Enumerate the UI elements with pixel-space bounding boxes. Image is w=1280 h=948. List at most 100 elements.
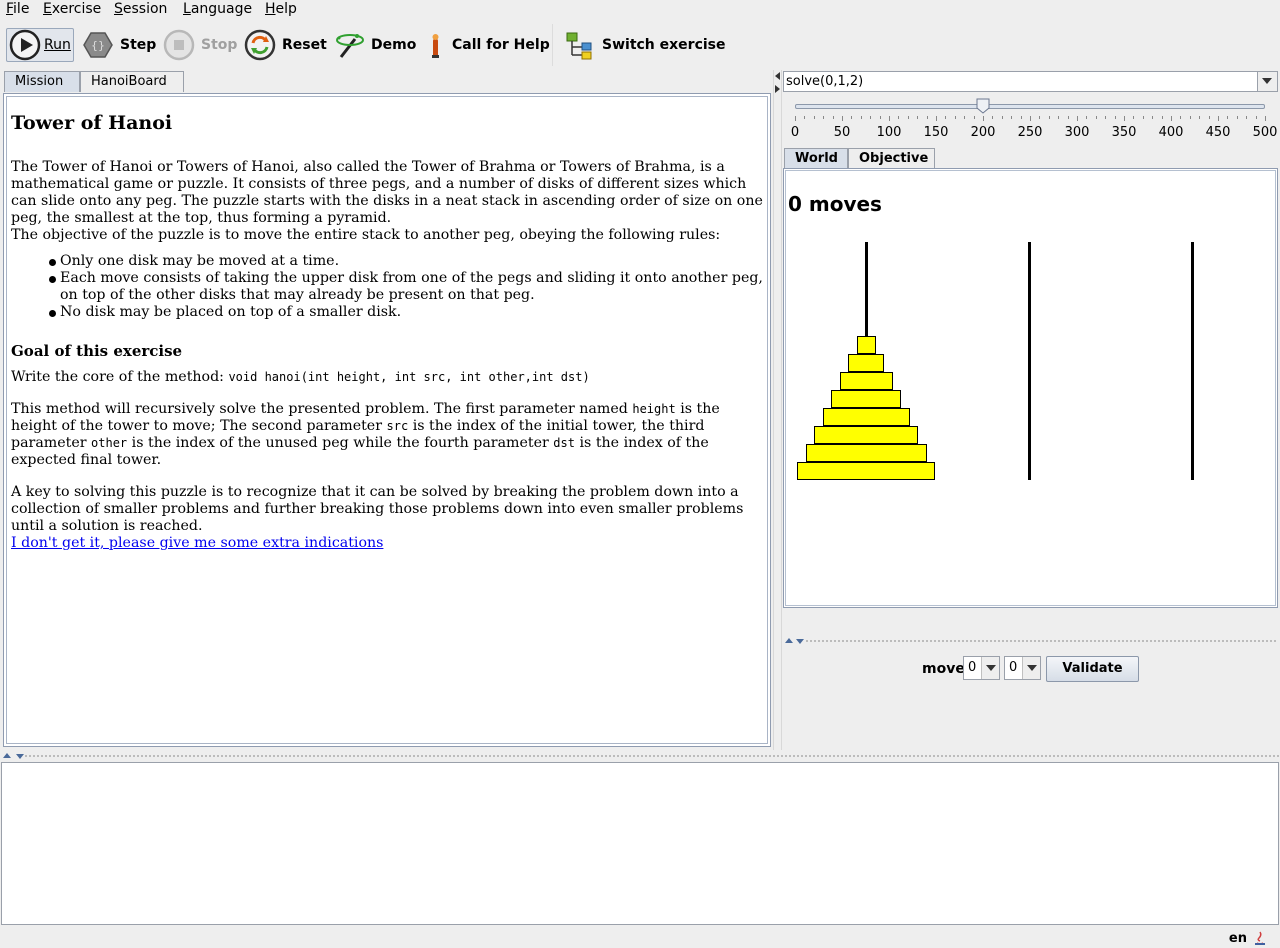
menu-session-mnemonic: S <box>114 1 123 17</box>
disk-6 <box>814 426 918 444</box>
slider-tick <box>1030 116 1031 121</box>
extra-indications-link[interactable]: I don't get it, please give me some extr… <box>11 535 383 551</box>
slider-tick <box>889 116 890 121</box>
slider-tick <box>1218 116 1219 121</box>
tab-world[interactable]: World <box>784 148 848 169</box>
slider-tick <box>1189 116 1191 119</box>
slider-tick <box>964 116 966 119</box>
slider-tick-label: 250 <box>1017 125 1043 140</box>
status-bar: en <box>0 928 1280 948</box>
menu-session[interactable]: Session <box>114 1 167 17</box>
disk-2 <box>848 354 884 372</box>
menu-exercise-mnemonic: E <box>43 1 52 17</box>
language-indicator[interactable]: en <box>1229 931 1247 946</box>
menu-language-label: anguage <box>190 1 253 17</box>
toolbar: Run {} Step Stop Reset Demo Call for Hel… <box>0 22 1280 68</box>
menu-help[interactable]: Help <box>265 1 297 17</box>
entity-selector[interactable]: solve(0,1,2) <box>783 71 1278 92</box>
moves-counter: 0 moves <box>788 192 882 216</box>
tab-mission-label: Mission <box>15 74 64 89</box>
svg-text:{}: {} <box>91 39 105 52</box>
peg-2 <box>1191 242 1194 480</box>
vertical-splitter[interactable] <box>773 70 782 750</box>
menu-exercise-label: xercise <box>51 1 102 17</box>
slider-tick <box>795 116 796 121</box>
slider-tick <box>1161 116 1163 119</box>
demo-label: Demo <box>371 37 417 53</box>
entity-selector-value: solve(0,1,2) <box>786 74 864 89</box>
slider-tick <box>813 116 815 119</box>
slider-tick-label: 0 <box>790 125 800 140</box>
menu-exercise[interactable]: Exercise <box>43 1 101 17</box>
slider-tick <box>1011 116 1013 119</box>
slider-tick <box>1152 116 1154 119</box>
slider-tick <box>1095 116 1097 119</box>
toolbar-separator <box>552 24 553 66</box>
run-button[interactable]: Run <box>6 28 74 62</box>
move-to-select[interactable]: 0 <box>1004 656 1041 680</box>
slider-tick <box>1246 116 1248 119</box>
menu-file-mnemonic: F <box>6 1 14 17</box>
goal-text: Write the core of the method: <box>11 369 229 385</box>
reset-button[interactable]: Reset <box>244 24 327 66</box>
tab-hanoiboard[interactable]: HanoiBoard <box>80 71 184 92</box>
slider-tick <box>992 116 994 119</box>
slider-tick-label: 200 <box>970 125 996 140</box>
demo-button[interactable]: Demo <box>333 24 416 66</box>
menu-file[interactable]: File <box>6 1 29 17</box>
switch-exercise-button[interactable]: Switch exercise <box>564 24 726 66</box>
chevron-down-icon[interactable] <box>1257 72 1277 91</box>
splitter-arrows-icon[interactable] <box>3 752 25 760</box>
slider-tick <box>1039 116 1041 119</box>
speed-slider[interactable]: 0 50 100 150 200 250 300 350 400 450 500 <box>787 96 1277 144</box>
slider-track[interactable] <box>795 104 1265 109</box>
menu-language-mnemonic: L <box>183 1 191 17</box>
slider-tick <box>870 116 872 119</box>
step-button[interactable]: {} Step <box>82 24 156 66</box>
menu-language[interactable]: Language <box>183 1 252 17</box>
reset-icon <box>244 29 276 61</box>
slider-tick <box>1208 116 1210 119</box>
call-for-help-button[interactable]: Call for Help <box>424 24 550 66</box>
stop-button[interactable]: Stop <box>163 24 237 66</box>
output-console[interactable] <box>1 762 1279 925</box>
switch-exercise-icon <box>564 29 596 61</box>
slider-tick <box>1067 116 1069 119</box>
tab-mission[interactable]: Mission <box>4 71 80 92</box>
right-horizontal-splitter[interactable] <box>783 636 1278 645</box>
java-icon <box>1255 931 1265 945</box>
splitter-arrows-icon[interactable] <box>785 637 805 645</box>
param-code-other: other <box>91 436 128 450</box>
slider-tick <box>1001 116 1003 119</box>
slider-thumb[interactable] <box>976 98 990 114</box>
main-horizontal-splitter[interactable] <box>0 750 1280 762</box>
slider-tick <box>1265 116 1266 121</box>
slider-tick <box>804 116 806 119</box>
move-from-select[interactable]: 0 <box>963 656 1000 680</box>
call-for-help-label: Call for Help <box>452 37 550 53</box>
disk-3 <box>839 372 893 390</box>
step-label: Step <box>120 37 157 53</box>
slider-tick <box>917 116 919 119</box>
tab-objective[interactable]: Objective <box>848 148 935 169</box>
disk-8 <box>797 462 935 480</box>
slider-tick <box>832 116 834 119</box>
play-icon <box>9 29 41 61</box>
slider-tick <box>926 116 928 119</box>
param-text-4: is the index of the unused peg while the… <box>127 435 554 451</box>
validate-button[interactable]: Validate <box>1046 656 1139 682</box>
chevron-down-icon[interactable] <box>1022 657 1040 679</box>
slider-tick-label: 450 <box>1205 125 1231 140</box>
slider-tick <box>1227 116 1229 119</box>
goal-paragraph: Write the core of the method: void hanoi… <box>11 369 763 386</box>
world-view: 0 moves <box>783 168 1278 608</box>
disk-4 <box>831 390 901 408</box>
slider-tick-label: 500 <box>1252 125 1278 140</box>
slider-tick <box>1048 116 1050 119</box>
splitter-arrows-icon[interactable] <box>774 72 781 96</box>
slider-tick <box>823 116 825 119</box>
stop-icon <box>163 29 195 61</box>
chevron-down-icon[interactable] <box>981 657 999 679</box>
slider-tick-label: 100 <box>876 125 902 140</box>
menubar: File Exercise Session Language Help <box>0 0 1280 20</box>
